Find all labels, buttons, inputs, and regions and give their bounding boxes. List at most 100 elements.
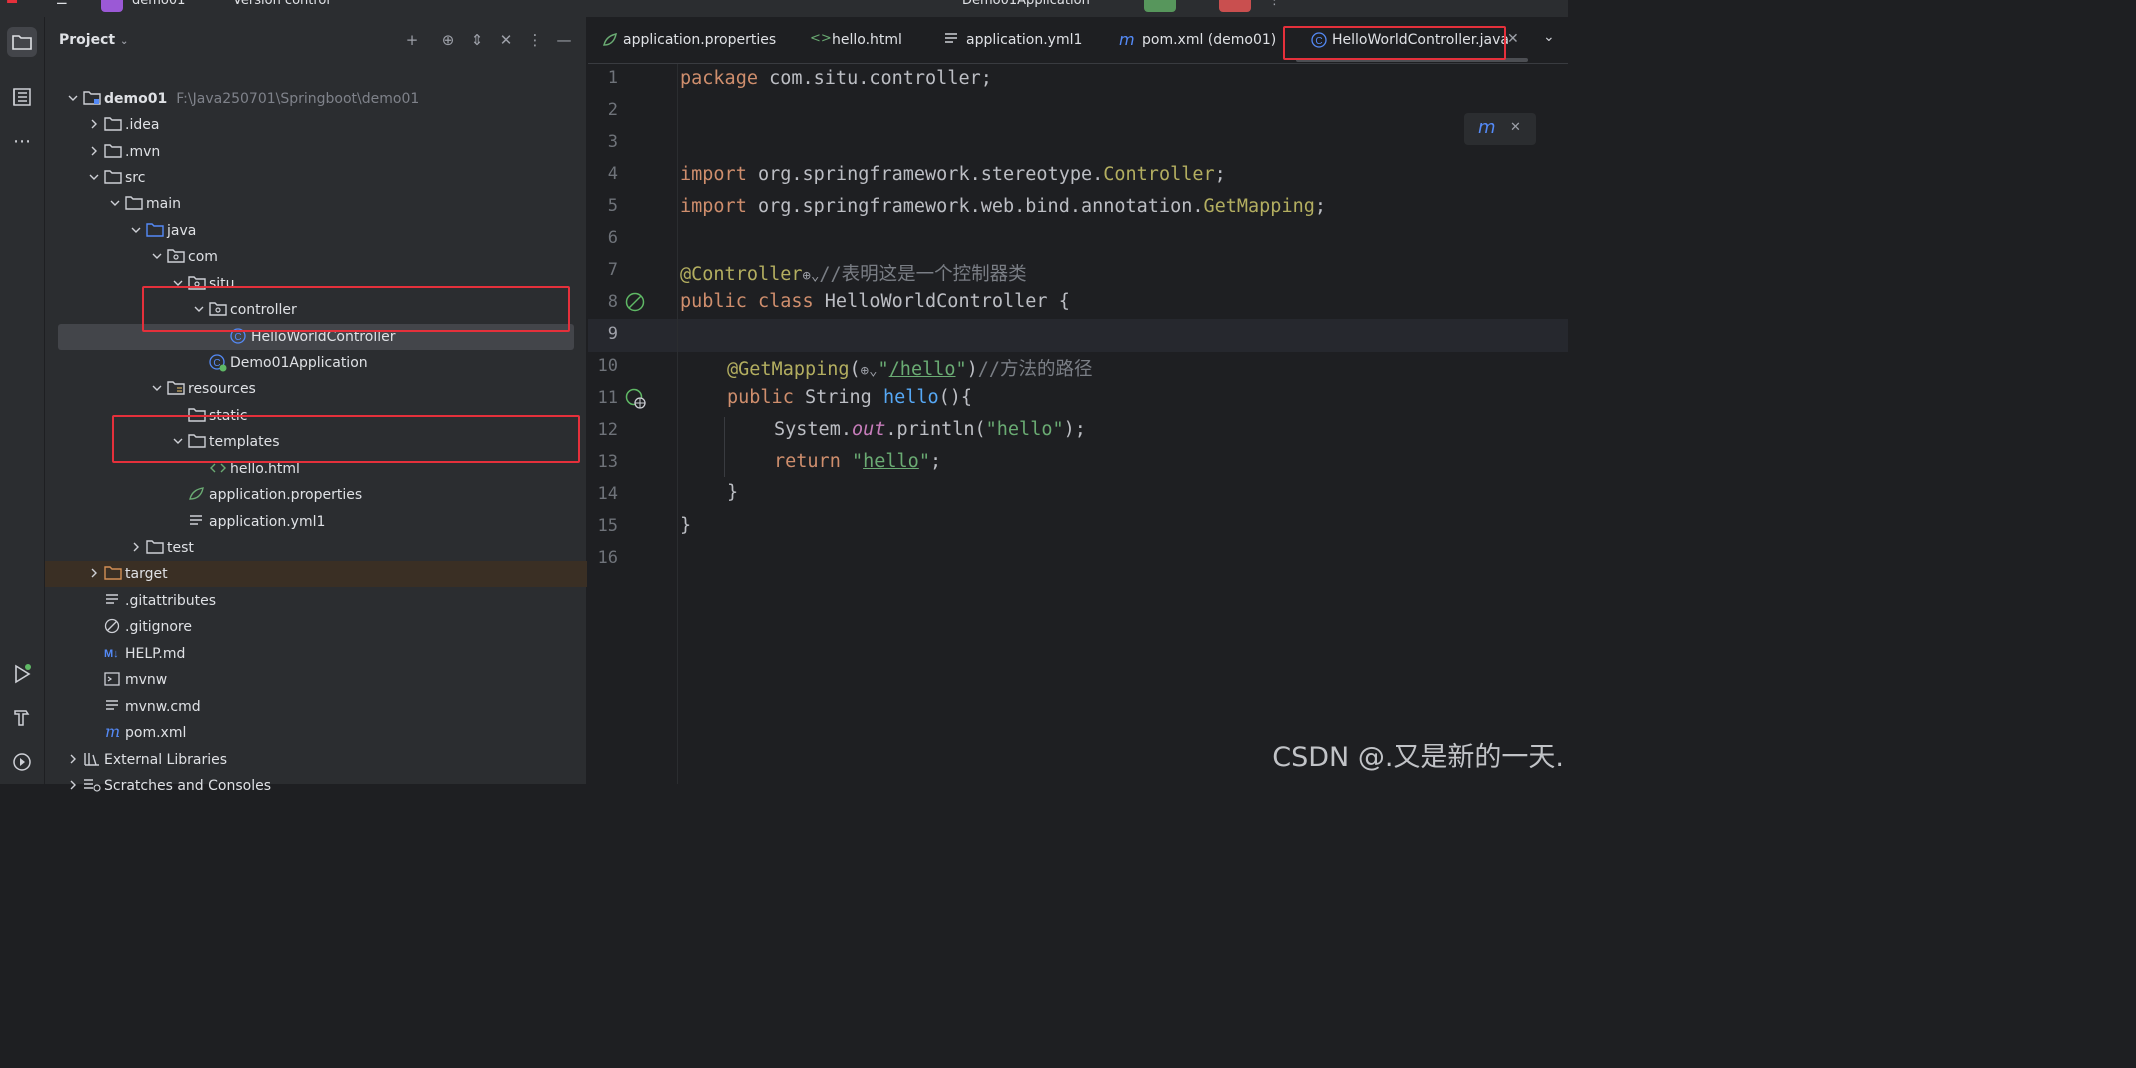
tree-item[interactable]: target	[45, 561, 587, 587]
code-line-1[interactable]: package com.situ.controller;	[680, 68, 992, 89]
expand-all-icon[interactable]: ⇕	[468, 31, 486, 49]
project-name[interactable]: demo01	[132, 0, 185, 8]
text-file-icon	[944, 32, 960, 48]
tree-item[interactable]: controller	[45, 297, 587, 323]
code-line-13[interactable]: return "hello";	[774, 451, 941, 472]
close-tab-icon[interactable]: ✕	[1507, 31, 1519, 47]
tree-item[interactable]: test	[45, 535, 587, 561]
tree-item[interactable]: .gitignore	[45, 614, 587, 640]
chevron-down-icon[interactable]	[130, 224, 142, 236]
chevron-down-icon[interactable]	[88, 171, 100, 183]
line-number: 16	[597, 548, 618, 568]
tree-item[interactable]: situ	[45, 271, 587, 297]
tree-item[interactable]: application.properties	[45, 482, 587, 508]
tree-item[interactable]: mvnw	[45, 667, 587, 693]
svg-text:C: C	[1315, 36, 1322, 47]
options-icon[interactable]: ⋮	[526, 31, 544, 49]
web-endpoint-gutter-icon[interactable]	[625, 388, 647, 414]
globe-inlay-icon[interactable]: ⊕⌄	[803, 268, 820, 284]
locate-file-icon[interactable]: ⊕	[439, 31, 457, 49]
run-icon[interactable]	[7, 659, 37, 689]
tree-item-label: src	[125, 170, 146, 186]
line-number: 8	[607, 292, 618, 312]
services-icon[interactable]	[7, 747, 37, 777]
code-line-5[interactable]: import org.springframework.web.bind.anno…	[680, 196, 1326, 217]
code-line-11[interactable]: public String hello(){	[727, 387, 972, 408]
url-path-string[interactable]: /hello	[889, 359, 956, 380]
tree-item[interactable]: .idea	[45, 112, 587, 138]
tree-item[interactable]: .mvn	[45, 139, 587, 165]
keyword: import	[680, 196, 747, 217]
code-line-4[interactable]: import org.springframework.stereotype.Co…	[680, 164, 1226, 185]
new-file-icon[interactable]: +	[403, 31, 421, 49]
tree-item[interactable]: C HelloWorldController	[58, 324, 574, 350]
close-icon[interactable]: ✕	[1510, 120, 1521, 135]
tree-item[interactable]: C Demo01Application	[45, 350, 587, 376]
view-name-string[interactable]: hello	[863, 451, 919, 472]
tree-item[interactable]: main	[45, 191, 587, 217]
chevron-right-icon[interactable]	[88, 567, 100, 579]
tree-item[interactable]: demo01 F:\Java250701\Springboot\demo01	[45, 86, 587, 112]
spring-bean-gutter-icon[interactable]	[625, 292, 647, 318]
tree-item[interactable]: hello.html	[45, 456, 587, 482]
tree-item[interactable]: Scratches and Consoles	[45, 773, 587, 799]
main-menu-icon[interactable]: ☰	[56, 0, 68, 8]
code-line-7[interactable]: @Controller⊕⌄//表明这是一个控制器类	[680, 260, 1027, 286]
tree-item[interactable]: m pom.xml	[45, 720, 587, 746]
folder-icon	[146, 539, 164, 557]
tree-item[interactable]: src	[45, 165, 587, 191]
vcs-widget[interactable]: Version control	[233, 0, 330, 8]
hide-panel-icon[interactable]: —	[555, 31, 573, 49]
tree-item[interactable]: .gitattributes	[45, 588, 587, 614]
collapse-all-icon[interactable]: ✕	[497, 31, 515, 49]
watermark: CSDN @.又是新的一天.	[1272, 742, 1564, 773]
run-config-selector[interactable]: Demo01Application	[962, 0, 1090, 8]
tree-item[interactable]: templates	[45, 429, 587, 455]
run-button[interactable]	[1144, 0, 1176, 12]
more-tools-icon[interactable]: ⋯	[7, 126, 37, 156]
chevron-down-icon: ⌄	[119, 36, 129, 47]
chevron-down-icon[interactable]	[67, 92, 79, 104]
project-view-selector[interactable]: Project ⌄	[59, 32, 128, 48]
spring-boot-class-icon: C	[209, 354, 227, 372]
chevron-right-icon[interactable]	[88, 118, 100, 130]
chevron-down-icon[interactable]	[172, 435, 184, 447]
tree-item[interactable]: static	[45, 403, 587, 429]
chevron-down-icon[interactable]	[172, 277, 184, 289]
tree-item[interactable]: M↓ HELP.md	[45, 641, 587, 667]
indent-guide	[724, 417, 725, 477]
chevron-down-icon[interactable]	[193, 303, 205, 315]
chevron-down-icon[interactable]	[151, 382, 163, 394]
resources-folder-icon	[167, 380, 185, 398]
globe-inlay-icon[interactable]: ⊕⌄	[861, 363, 878, 379]
chevron-right-icon[interactable]	[88, 145, 100, 157]
code-line-8[interactable]: public class HelloWorldController {	[680, 291, 1070, 312]
chevron-right-icon[interactable]	[67, 753, 79, 765]
folder-icon	[125, 195, 143, 213]
tree-item[interactable]: mvnw.cmd	[45, 694, 587, 720]
code-text: org.springframework.web.bind.annotation.	[746, 196, 1204, 217]
tab-list-chevron-icon[interactable]: ⌄	[1543, 29, 1555, 45]
tree-item[interactable]: com	[45, 244, 587, 270]
chevron-down-icon[interactable]	[109, 197, 121, 209]
more-actions-icon[interactable]: ⋮	[1268, 0, 1281, 8]
project-folder-icon[interactable]	[7, 27, 37, 57]
code-line-12[interactable]: System.out.println("hello");	[774, 419, 1086, 440]
maven-reload-icon[interactable]: m	[1478, 117, 1496, 138]
floating-toolbar: m ✕	[1464, 113, 1536, 145]
code-line-10[interactable]: @GetMapping(⊕⌄"/hello")//方法的路径	[727, 355, 1093, 381]
tree-item[interactable]: java	[45, 218, 587, 244]
stop-button[interactable]	[1219, 0, 1251, 12]
tree-item[interactable]: application.yml1	[45, 509, 587, 535]
build-hammer-icon[interactable]	[7, 703, 37, 733]
chevron-right-icon[interactable]	[67, 779, 79, 791]
tree-item[interactable]: External Libraries	[45, 747, 587, 773]
line-number-gutter: 1 2 3 4 5 6 7 8 9 10 11 12 13 14 15 16	[588, 64, 678, 784]
tree-item-label: target	[125, 566, 168, 582]
structure-icon[interactable]	[7, 82, 37, 112]
code-line-14[interactable]: }	[727, 482, 738, 503]
chevron-down-icon[interactable]	[151, 250, 163, 262]
chevron-right-icon[interactable]	[130, 541, 142, 553]
code-line-15[interactable]: }	[680, 515, 691, 536]
tree-item[interactable]: resources	[45, 376, 587, 402]
